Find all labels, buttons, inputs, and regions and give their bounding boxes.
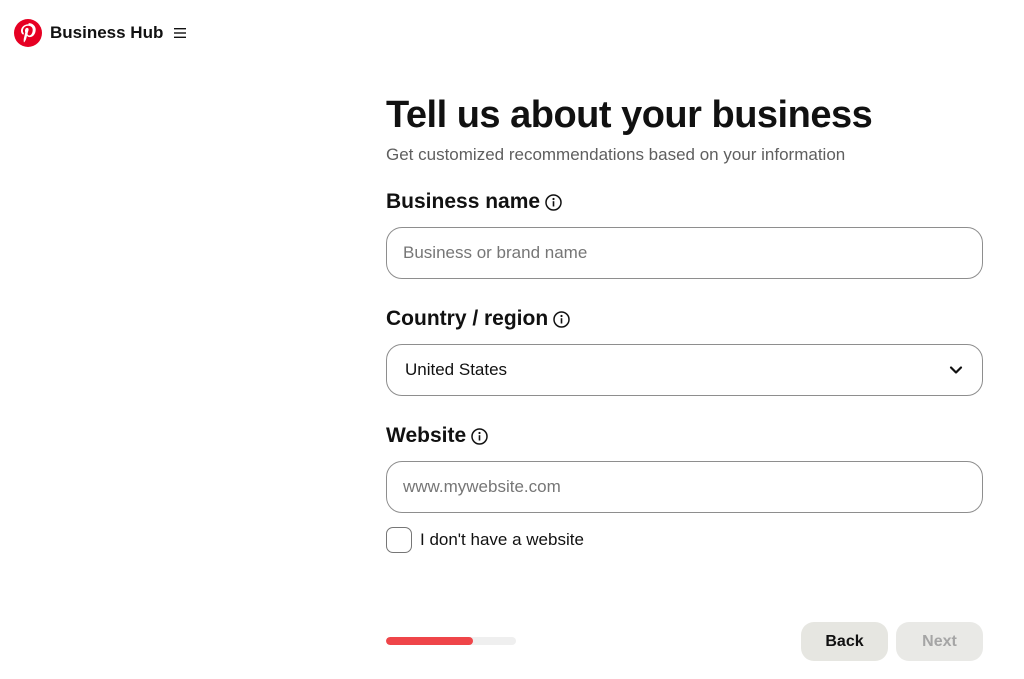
page-title: Tell us about your business xyxy=(386,94,873,136)
no-website-row: I don't have a website xyxy=(386,527,984,553)
country-region-label: Country / region xyxy=(386,307,549,330)
progress-bar-fill xyxy=(386,637,474,645)
business-name-group: Business name xyxy=(386,188,984,279)
country-region-selected-value: United States xyxy=(405,360,508,379)
website-label-row: Website xyxy=(386,422,984,450)
website-input[interactable] xyxy=(386,461,983,513)
business-name-label-row: Business name xyxy=(386,188,984,216)
top-bar: Business Hub xyxy=(14,18,187,48)
info-icon[interactable] xyxy=(545,193,562,211)
brand-name: Business Hub xyxy=(50,23,164,42)
website-group: Website I don't have a website xyxy=(386,422,984,553)
info-icon[interactable] xyxy=(471,427,488,445)
country-region-group: Country / region United States xyxy=(386,305,984,396)
next-button[interactable]: Next xyxy=(896,622,983,661)
info-icon[interactable] xyxy=(553,310,570,328)
no-website-label[interactable]: I don't have a website xyxy=(420,530,584,550)
form-footer: Back Next xyxy=(386,622,983,661)
country-region-label-row: Country / region xyxy=(386,305,984,333)
website-label: Website xyxy=(386,424,467,447)
no-website-checkbox[interactable] xyxy=(386,527,412,553)
hamburger-menu-icon[interactable] xyxy=(173,26,187,40)
business-name-input[interactable] xyxy=(386,227,983,279)
chevron-down-icon xyxy=(948,362,964,378)
page-subtitle: Get customized recommendations based on … xyxy=(386,145,846,164)
pinterest-logo-icon[interactable] xyxy=(14,19,42,47)
back-button[interactable]: Back xyxy=(801,622,888,661)
business-name-label: Business name xyxy=(386,190,541,213)
country-region-select[interactable]: United States xyxy=(386,344,983,396)
progress-bar xyxy=(386,637,516,645)
business-info-form: Tell us about your business Get customiz… xyxy=(386,92,984,553)
